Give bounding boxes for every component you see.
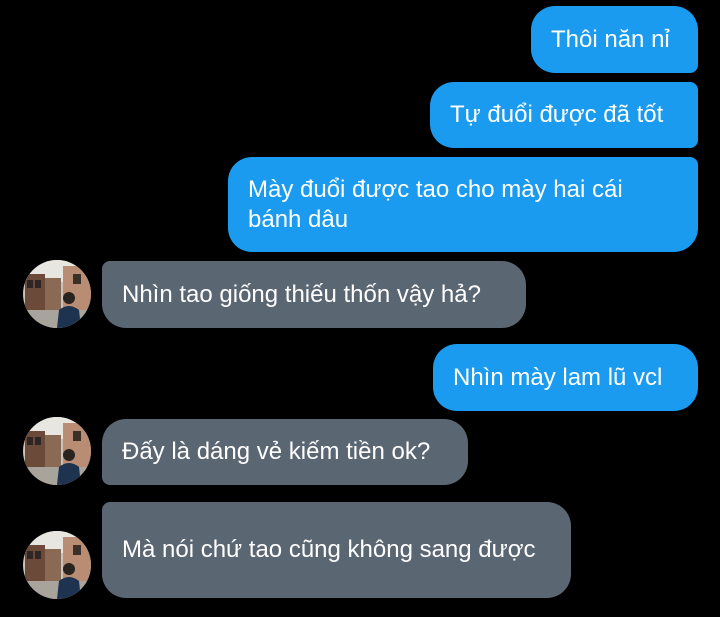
message-text: Nhìn mày lam lũ vcl	[453, 363, 663, 391]
incoming-message[interactable]: Nhìn tao giống thiếu thốn vậy hả?	[102, 261, 526, 328]
contact-avatar[interactable]	[23, 417, 91, 485]
message-text: Mày đuổi được tao cho mày hai cái bánh d…	[248, 175, 623, 233]
message-text: Đấy là dáng vẻ kiếm tiền ok?	[122, 438, 431, 465]
contact-avatar-photo	[23, 260, 91, 328]
chat-thread: Thôi năn nỉ Tự đuổi được đã tốt Mày đuổi…	[0, 0, 720, 617]
message-text: Nhìn tao giống thiếu thốn vậy hả?	[122, 280, 481, 308]
message-text: Mà nói chứ tao cũng không sang được	[122, 536, 536, 563]
outgoing-message[interactable]: Nhìn mày lam lũ vcl	[433, 344, 698, 411]
outgoing-message[interactable]: Tự đuổi được đã tốt	[430, 82, 698, 148]
contact-avatar-photo	[23, 417, 91, 485]
incoming-message[interactable]: Mà nói chứ tao cũng không sang được	[102, 502, 571, 598]
contact-avatar[interactable]	[23, 260, 91, 328]
contact-avatar[interactable]	[23, 531, 91, 599]
outgoing-message[interactable]: Thôi năn nỉ	[531, 6, 698, 73]
incoming-message[interactable]: Đấy là dáng vẻ kiếm tiền ok?	[102, 419, 468, 485]
contact-avatar-photo	[23, 531, 91, 599]
message-text: Tự đuổi được đã tốt	[450, 101, 664, 128]
message-text: Thôi năn nỉ	[551, 25, 670, 53]
outgoing-message[interactable]: Mày đuổi được tao cho mày hai cái bánh d…	[228, 157, 698, 252]
